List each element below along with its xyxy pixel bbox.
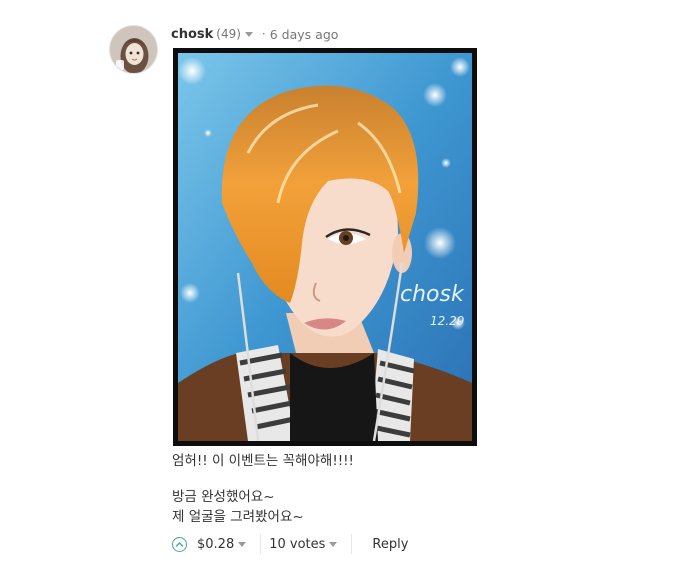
author-menu-caret-icon[interactable]: [244, 31, 253, 37]
comment-body-line-3: 제 얼굴을 그려봤어요~: [172, 509, 304, 525]
portrait-illustration: chosk 12.29: [178, 53, 472, 441]
chevron-up-icon: [175, 541, 184, 547]
footer-divider: [260, 534, 262, 554]
comment-footer: $0.28 10 votes Reply: [172, 533, 408, 555]
votes-count[interactable]: 10 votes: [269, 536, 338, 552]
footer-divider-2: [351, 534, 353, 554]
avatar-illustration: [110, 26, 157, 73]
header-separator: ·: [261, 27, 266, 41]
votes-caret-icon[interactable]: [329, 541, 338, 547]
comment-artwork-image: chosk 12.29: [173, 48, 477, 446]
payout-amount: $0.28: [197, 536, 235, 552]
comment-header: chosk (49) · 6 days ago: [171, 24, 338, 44]
artwork-signature-graphic: chosk: [400, 282, 465, 307]
avatar[interactable]: [109, 25, 158, 74]
comment-body-line-2: 방금 완성했어요~: [172, 489, 275, 505]
author-name[interactable]: chosk: [171, 27, 213, 42]
payout-caret-icon[interactable]: [238, 541, 247, 547]
author-reputation: (49): [216, 27, 241, 41]
svg-text:12.29: 12.29: [430, 314, 464, 328]
payout-value[interactable]: $0.28: [197, 536, 247, 552]
upvote-button[interactable]: [172, 536, 187, 552]
comment-body-line-1: 엄허!! 이 이벤트는 꼭해야해!!!!: [172, 453, 354, 469]
reply-button[interactable]: Reply: [372, 537, 408, 552]
comment: chosk (49) · 6 days ago chosk 12.29 엄허!!…: [0, 0, 680, 579]
votes-label: 10 votes: [269, 536, 326, 552]
comment-timestamp[interactable]: 6 days ago: [270, 27, 339, 42]
